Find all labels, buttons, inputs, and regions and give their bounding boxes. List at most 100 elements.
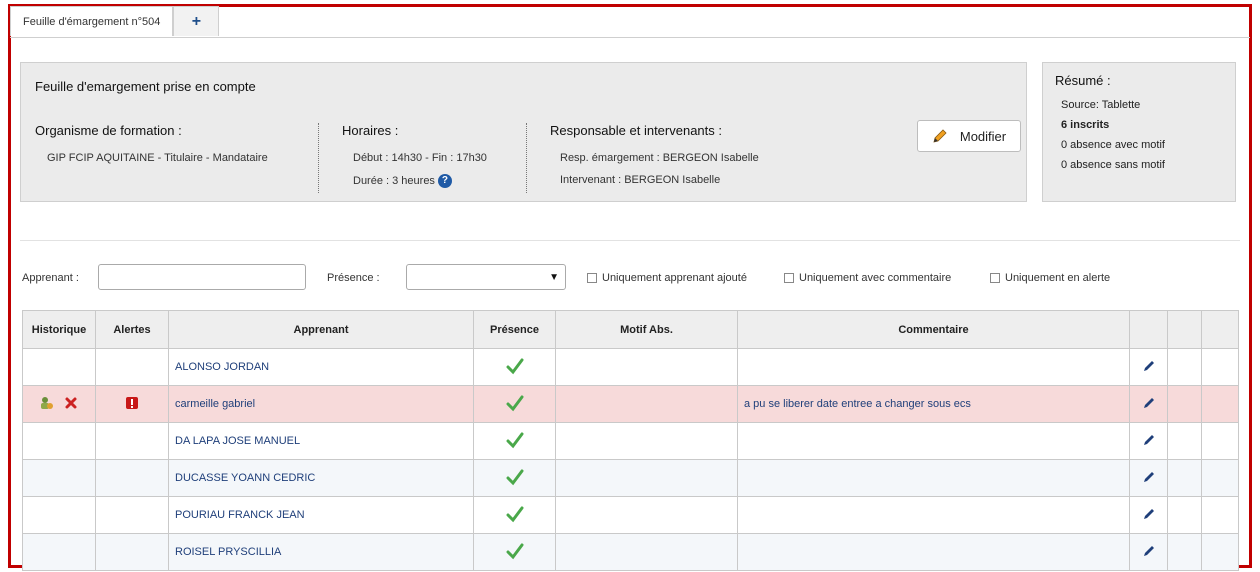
organisme-value: GIP FCIP AQUITAINE - Titulaire - Mandata… — [47, 152, 268, 164]
check-icon — [506, 543, 523, 559]
check-icon — [506, 506, 523, 522]
filter-commentaire-label: Uniquement avec commentaire — [799, 272, 952, 284]
table-row-alert[interactable]: carmeille gabriel a pu se liberer date e… — [22, 385, 1239, 423]
edit-pencil-icon[interactable] — [1142, 507, 1156, 521]
motif-cell — [555, 348, 738, 386]
edit-cell[interactable] — [1129, 459, 1168, 497]
attendance-table: Historique Alertes Apprenant Présence Mo… — [22, 310, 1239, 571]
filter-commentaire-checkbox[interactable]: Uniquement avec commentaire — [784, 272, 951, 284]
header-apprenant[interactable]: Apprenant — [168, 310, 474, 349]
help-icon[interactable]: ? — [437, 174, 452, 188]
checkbox-box[interactable] — [587, 273, 597, 283]
responsable-heading: Responsable et intervenants : — [550, 123, 722, 138]
presence-cell[interactable] — [473, 459, 556, 497]
filter-alerte-label: Uniquement en alerte — [1005, 272, 1111, 284]
user-history-icon[interactable] — [40, 396, 54, 410]
extra-cell — [1167, 533, 1202, 571]
edit-cell[interactable] — [1129, 496, 1168, 534]
check-icon — [506, 432, 523, 448]
edit-pencil-icon[interactable] — [1142, 433, 1156, 447]
filter-ajoute-label: Uniquement apprenant ajouté — [602, 272, 747, 284]
check-icon — [506, 395, 523, 411]
motif-cell — [555, 385, 738, 423]
horaires-duree-line: Durée : 3 heures? — [353, 174, 452, 188]
presence-cell[interactable] — [473, 533, 556, 571]
historique-cell — [22, 385, 96, 423]
table-row[interactable]: POURIAU FRANCK JEAN — [22, 496, 1239, 534]
horaires-heading: Horaires : — [342, 123, 399, 138]
apprenant-filter-label: Apprenant : — [22, 272, 79, 284]
section-divider — [20, 240, 1240, 241]
edit-pencil-icon[interactable] — [1142, 396, 1156, 410]
info-panel: Feuille d'emargement prise en compte Org… — [20, 62, 1027, 202]
edit-cell[interactable] — [1129, 348, 1168, 386]
summary-source: Source: Tablette — [1061, 99, 1141, 111]
check-icon — [506, 358, 523, 374]
presence-cell[interactable] — [473, 496, 556, 534]
motif-cell — [555, 422, 738, 460]
extra-cell — [1201, 496, 1239, 534]
header-extra-3 — [1201, 310, 1239, 349]
alertes-cell — [95, 496, 169, 534]
alertes-cell — [95, 422, 169, 460]
header-alertes[interactable]: Alertes — [95, 310, 169, 349]
header-historique[interactable]: Historique — [22, 310, 96, 349]
edit-pencil-icon[interactable] — [1142, 470, 1156, 484]
apprenant-name[interactable]: carmeille gabriel — [168, 385, 474, 423]
delete-icon[interactable] — [64, 396, 78, 410]
comment-cell — [737, 459, 1130, 497]
modify-label: Modifier — [959, 128, 1007, 144]
summary-title: Résumé : — [1055, 73, 1111, 88]
presence-cell[interactable] — [473, 422, 556, 460]
apprenant-name[interactable]: DA LAPA JOSE MANUEL — [168, 422, 474, 460]
divider-2 — [526, 123, 527, 193]
add-tab-button[interactable]: + — [173, 6, 220, 36]
table-row[interactable]: ROISEL PRYSCILLIA — [22, 533, 1239, 571]
motif-cell — [555, 533, 738, 571]
apprenant-filter-input[interactable] — [98, 264, 306, 290]
edit-pencil-icon[interactable] — [1142, 359, 1156, 373]
edit-cell[interactable] — [1129, 422, 1168, 460]
summary-panel: Résumé : Source: Tablette 6 inscrits 0 a… — [1042, 62, 1236, 202]
divider-1 — [318, 123, 319, 193]
presence-cell[interactable] — [473, 348, 556, 386]
table-row[interactable]: ALONSO JORDAN — [22, 348, 1239, 386]
edit-pencil-icon[interactable] — [1142, 544, 1156, 558]
motif-cell — [555, 459, 738, 497]
tab-feuille-504[interactable]: Feuille d'émargement n°504 — [10, 6, 174, 36]
filter-alerte-checkbox[interactable]: Uniquement en alerte — [990, 272, 1110, 284]
apprenant-name[interactable]: ALONSO JORDAN — [168, 348, 474, 386]
edit-cell[interactable] — [1129, 385, 1168, 423]
alertes-cell — [95, 459, 169, 497]
alertes-cell — [95, 385, 169, 423]
header-commentaire[interactable]: Commentaire — [737, 310, 1130, 349]
apprenant-name[interactable]: ROISEL PRYSCILLIA — [168, 533, 474, 571]
alertes-cell — [95, 348, 169, 386]
modify-button[interactable]: Modifier — [917, 120, 1021, 152]
alert-icon[interactable] — [125, 396, 139, 410]
comment-cell — [737, 533, 1130, 571]
check-icon — [506, 469, 523, 485]
presence-filter-select[interactable]: ▼ — [406, 264, 566, 290]
historique-cell — [22, 422, 96, 460]
apprenant-name[interactable]: DUCASSE YOANN CEDRIC — [168, 459, 474, 497]
filter-ajoute-checkbox[interactable]: Uniquement apprenant ajouté — [587, 272, 747, 284]
table-header-row: Historique Alertes Apprenant Présence Mo… — [22, 310, 1239, 349]
table-row[interactable]: DA LAPA JOSE MANUEL — [22, 422, 1239, 460]
extra-cell — [1201, 422, 1239, 460]
presence-filter-label: Présence : — [327, 272, 380, 284]
presence-cell[interactable] — [473, 385, 556, 423]
summary-abs-motif: 0 absence avec motif — [1061, 139, 1165, 151]
apprenant-name[interactable]: POURIAU FRANCK JEAN — [168, 496, 474, 534]
header-presence[interactable]: Présence — [473, 310, 556, 349]
table-row[interactable]: DUCASSE YOANN CEDRIC — [22, 459, 1239, 497]
extra-cell — [1167, 422, 1202, 460]
edit-cell[interactable] — [1129, 533, 1168, 571]
tab-bar: Feuille d'émargement n°504 + — [10, 6, 220, 38]
checkbox-box[interactable] — [990, 273, 1000, 283]
header-motif-abs[interactable]: Motif Abs. — [555, 310, 738, 349]
extra-cell — [1167, 385, 1202, 423]
checkbox-box[interactable] — [784, 273, 794, 283]
info-title: Feuille d'emargement prise en compte — [35, 79, 256, 94]
extra-cell — [1167, 496, 1202, 534]
